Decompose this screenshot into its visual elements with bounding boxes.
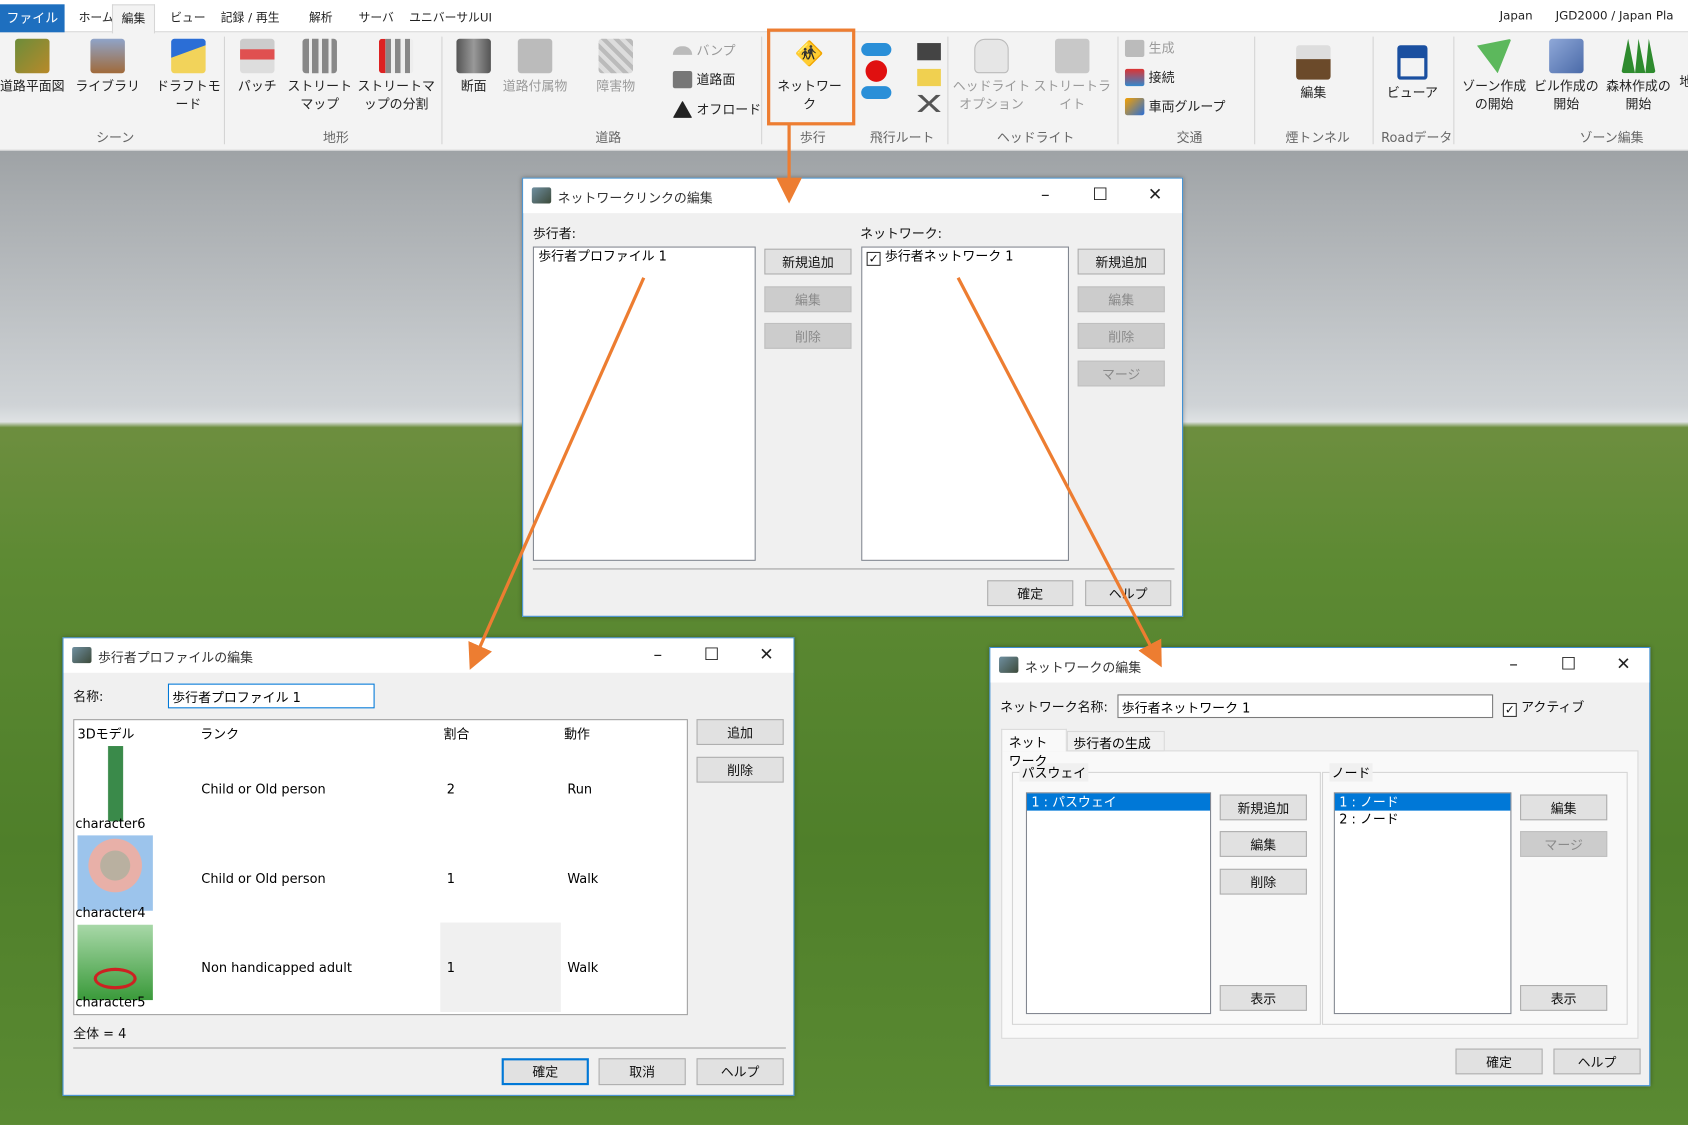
arrow-to-profile-dialog — [468, 277, 646, 670]
3d-viewport[interactable]: ファイル ホーム 編集 ビュー 記録 / 再生 解析 サーバ ユニバーサルUI … — [0, 0, 1688, 1125]
annotation-overlay — [468, 28, 1162, 670]
network-button-highlight — [767, 28, 856, 126]
arrow-to-network-dialog — [956, 276, 1162, 668]
